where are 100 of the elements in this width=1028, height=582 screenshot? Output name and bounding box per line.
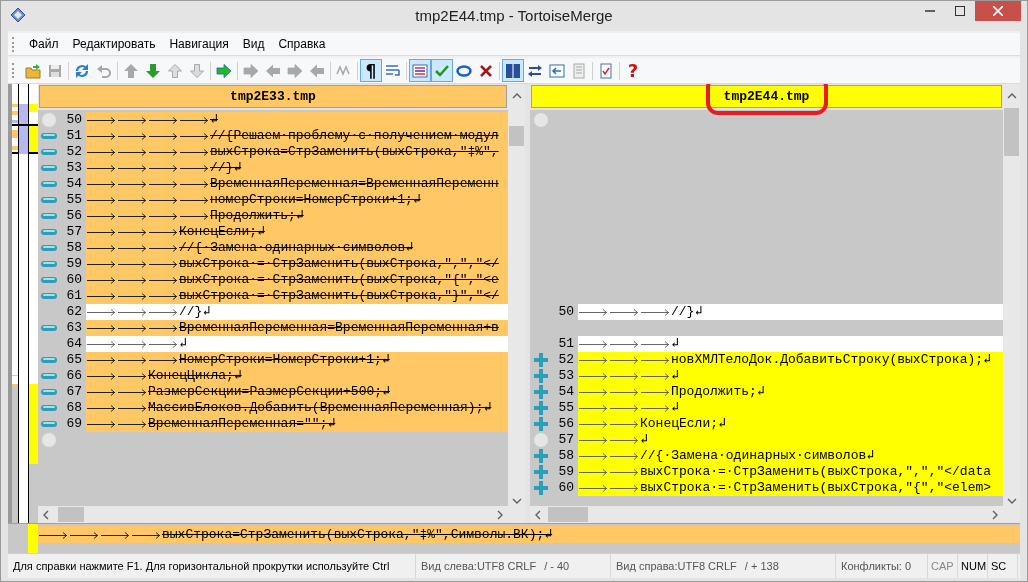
arrow-right-icon xyxy=(287,62,303,79)
line-number: 53 xyxy=(65,160,83,176)
toolbar-grip[interactable] xyxy=(12,63,16,78)
code-text: выхСтрока·=·СтрЗаменить(выхСтрока,"{","<e xyxy=(179,272,499,288)
scrollbar-thumb[interactable] xyxy=(58,507,84,522)
key-indicator: SC xyxy=(988,554,1018,578)
arrow-down-icon xyxy=(145,62,161,79)
maximize-icon xyxy=(955,6,965,16)
document-icon xyxy=(571,62,587,79)
lines-icon xyxy=(412,62,428,79)
code-text: КонецЕсли;↲ xyxy=(640,416,726,432)
ellipse-icon xyxy=(456,62,472,79)
status-text: / + 138 xyxy=(744,560,779,572)
line-number: 60 xyxy=(65,272,83,288)
code-text: Продолжить;↲ xyxy=(671,384,765,400)
chevron-left-icon[interactable] xyxy=(534,509,542,520)
code-text: выхСтрока·=·СтрЗаменить(выхСтрока,",","</data xyxy=(640,464,992,480)
close-button[interactable] xyxy=(975,1,1021,21)
code-text: номерСтроки=НомерСтроки+1;↲ xyxy=(210,192,421,208)
line-number: 56 xyxy=(65,208,83,224)
chevron-up-icon[interactable] xyxy=(1006,92,1017,100)
code-text: //{·Замена·одинарных·символов↲ xyxy=(640,448,875,464)
line-number: 69 xyxy=(65,416,83,432)
line-number: 58 xyxy=(557,448,575,464)
line-number: 52 xyxy=(65,144,83,160)
code-text: выхСтрока·=·СтрЗаменить(выхСтрока,",","</ xyxy=(179,256,499,272)
two-pane-icon xyxy=(505,62,521,79)
menu-item[interactable]: Файл xyxy=(22,35,66,53)
code-text: выхСтрока·=·СтрЗаменить(выхСтрока,"{","<elem> xyxy=(640,480,992,496)
code-text: ↲ xyxy=(671,368,679,384)
line-number: 64 xyxy=(65,336,83,352)
arrow-right-icon xyxy=(216,62,232,79)
toolbar-button[interactable]: ¶ xyxy=(360,59,382,82)
menu-item[interactable]: Справка xyxy=(271,35,333,53)
swap-arrows-icon xyxy=(527,62,543,79)
code-text: КонецЦикла;↲ xyxy=(148,368,242,384)
arrow-up-icon xyxy=(123,62,139,79)
window-title: tmp2E44.tmp - TortoiseMerge xyxy=(415,7,613,24)
code-text: выхСтрока=СтрЗаменить(выхСтрока,"‡%",Символы.ВК);↲ xyxy=(162,526,553,543)
scrollbar-thumb[interactable] xyxy=(1004,108,1019,156)
status-text: Вид слева:UTF8 CRLF xyxy=(421,560,537,572)
scrollbar-thumb[interactable] xyxy=(548,507,588,522)
line-number: 62 xyxy=(65,304,83,320)
menu-item[interactable]: Вид xyxy=(235,35,272,53)
toolbar-button[interactable]: ? xyxy=(622,59,644,82)
arrow-down-icon xyxy=(189,62,205,79)
horizontal-scrollbar[interactable] xyxy=(530,506,1003,523)
code-text: ↲ xyxy=(179,336,187,352)
arrow-left-icon xyxy=(309,62,325,79)
checklist-icon xyxy=(598,62,614,79)
chevron-down-icon[interactable] xyxy=(511,497,522,505)
line-number: 65 xyxy=(65,352,83,368)
line-number: 54 xyxy=(557,384,575,400)
code-text: ВременнаяПеременная=ВременнаяПеременн xyxy=(210,176,499,192)
code-text: выхСтрока·=·СтрЗаменить(выхСтрока,"}","</ xyxy=(179,288,499,304)
code-text: //}↲ xyxy=(210,160,242,176)
scrollbar-thumb[interactable] xyxy=(509,126,524,146)
code-text: новХМЛТелоДок.ДобавитьСтроку(выхСтрока);↲ xyxy=(671,352,991,368)
line-number: 63 xyxy=(65,320,83,336)
line-number: 61 xyxy=(65,288,83,304)
status-text: Вид справа:UTF8 CRLF xyxy=(616,560,737,572)
toolbar-button[interactable] xyxy=(502,59,524,82)
code-text: Продолжить;↲ xyxy=(210,208,304,224)
toolbar-button[interactable] xyxy=(409,59,431,82)
horizontal-scrollbar[interactable] xyxy=(38,506,508,523)
chevron-right-icon[interactable] xyxy=(496,509,504,520)
compare-icon xyxy=(549,62,565,79)
menu-grip[interactable] xyxy=(12,36,16,52)
line-number: 68 xyxy=(65,400,83,416)
line-number: 67 xyxy=(65,384,83,400)
line-number: 55 xyxy=(65,192,83,208)
menu-item[interactable]: Навигация xyxy=(162,35,236,53)
line-number: 60 xyxy=(557,480,575,496)
code-text: НомерСтроки=НомерСтроки+1;↲ xyxy=(179,352,390,368)
code-text: //}↲ xyxy=(671,304,703,320)
file-name-header: tmp2E44.tmp xyxy=(531,85,1002,108)
code-text: ВременнаяПеременная="";↲ xyxy=(148,416,336,432)
chevron-right-icon[interactable] xyxy=(991,509,999,520)
line-number: 51 xyxy=(557,336,575,352)
vertical-scrollbar[interactable] xyxy=(1003,84,1020,523)
location-marker xyxy=(28,524,38,553)
status-text: / - 40 xyxy=(544,560,570,572)
code-text: //}↲ xyxy=(179,304,211,320)
code-text: ↲ xyxy=(210,112,218,128)
code-text: ↲ xyxy=(671,336,679,352)
code-text: ↲ xyxy=(671,400,679,416)
line-number: 59 xyxy=(557,464,575,480)
app-icon xyxy=(10,7,26,23)
key-indicator: CAP xyxy=(928,554,958,578)
chevron-down-icon[interactable] xyxy=(1006,497,1017,505)
vertical-scrollbar[interactable] xyxy=(508,84,525,523)
line-number: 50 xyxy=(557,304,575,320)
chevron-up-icon[interactable] xyxy=(511,92,522,100)
undo-icon xyxy=(96,62,112,79)
chevron-left-icon[interactable] xyxy=(42,509,50,520)
menu-item[interactable]: Редактировать xyxy=(65,35,163,53)
code-text: выхСтрока=СтрЗаменить(выхСтрока,"‡%", xyxy=(210,144,499,160)
line-number: 54 xyxy=(65,176,83,192)
line-number: 51 xyxy=(65,128,83,144)
arrow-right-icon xyxy=(243,62,259,79)
